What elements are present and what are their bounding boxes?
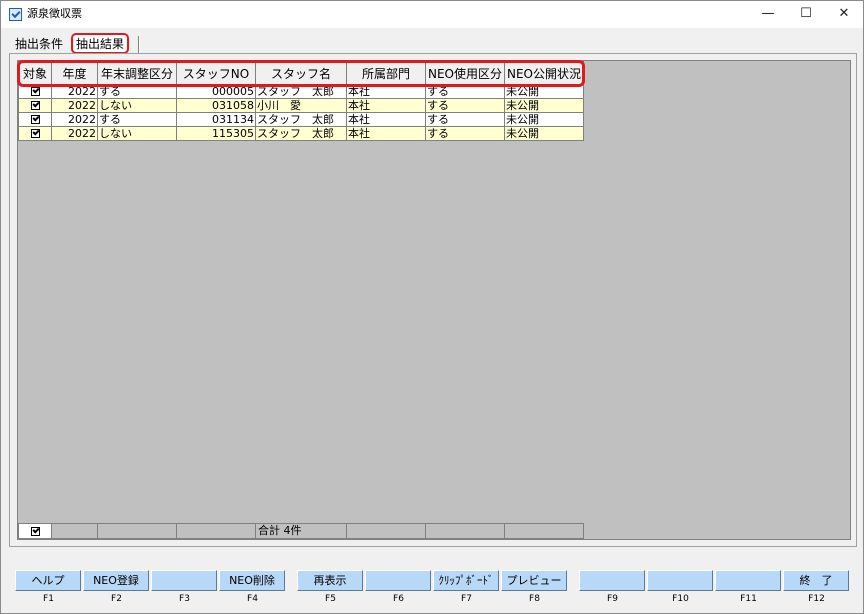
column-header-target[interactable]: 対象 [18, 61, 52, 85]
neo-register-button[interactable]: NEO登録 [83, 570, 149, 591]
results-panel: 対象 年度 年末調整区分 スタッフNO スタッフ名 所属部門 NEO使用区分 N… [9, 53, 857, 547]
checkbox-checked-icon[interactable] [30, 115, 40, 124]
tab-separator [138, 36, 140, 53]
footer-cell [346, 523, 426, 539]
select-all-checkbox-cell[interactable] [18, 523, 52, 539]
department-cell: 本社 [346, 84, 426, 99]
department-cell: 本社 [346, 126, 426, 141]
checkbox-checked-icon[interactable] [30, 101, 40, 110]
target-checkbox-cell[interactable] [18, 112, 52, 127]
footer-cell [504, 523, 584, 539]
year-cell: 2022 [51, 84, 98, 99]
staff-name-cell: スタッフ 太郎 [255, 112, 347, 127]
staff-no-cell: 031058 [176, 98, 256, 113]
footer-cell [176, 523, 256, 539]
staff-no-cell: 000005 [176, 84, 256, 99]
neo-status-cell: 未公開 [504, 98, 584, 113]
results-grid: 対象 年度 年末調整区分 スタッフNO スタッフ名 所属部門 NEO使用区分 N… [18, 61, 584, 141]
neo-use-cell: する [425, 112, 505, 127]
neo-status-cell: 未公開 [504, 84, 584, 99]
fkey-label-f3: F3 [179, 594, 190, 604]
department-cell: 本社 [346, 98, 426, 113]
checkbox-checked-icon[interactable] [30, 526, 40, 536]
adjust-cell: する [97, 112, 177, 127]
fkey-label-f5: F5 [325, 594, 336, 604]
total-count-label: 合計 4件 [255, 523, 347, 539]
fkey-label-f12: F12 [808, 594, 825, 604]
exit-button[interactable]: 終 了 [783, 570, 849, 591]
column-header-department[interactable]: 所属部門 [346, 61, 426, 85]
help-button[interactable]: ヘルプ [15, 570, 81, 591]
year-cell: 2022 [51, 98, 98, 113]
window-title: 源泉徴収票 [27, 7, 82, 20]
fkey-label-f2: F2 [111, 594, 122, 604]
fkey-label-f7: F7 [461, 594, 472, 604]
results-grid-area: 対象 年度 年末調整区分 スタッフNO スタッフ名 所属部門 NEO使用区分 N… [17, 60, 851, 540]
staff-name-cell: スタッフ 太郎 [255, 84, 347, 99]
table-row[interactable]: 2022 する 031134 スタッフ 太郎 本社 する 未公開 [18, 112, 584, 127]
tab-extract-conditions[interactable]: 抽出条件 [11, 35, 67, 53]
table-row[interactable]: 2022 しない 031058 小川 愛 本社 する 未公開 [18, 98, 584, 113]
column-header-neo-use[interactable]: NEO使用区分 [425, 61, 505, 85]
checkbox-checked-icon[interactable] [30, 129, 40, 138]
neo-delete-button[interactable]: NEO削除 [219, 570, 285, 591]
neo-use-cell: する [425, 84, 505, 99]
adjust-cell: する [97, 84, 177, 99]
maximize-button[interactable]: ☐ [787, 1, 825, 28]
f11-button[interactable] [715, 570, 781, 591]
column-header-staff-no[interactable]: スタッフNO [176, 61, 256, 85]
fkey-label-f6: F6 [393, 594, 404, 604]
column-header-staff-name[interactable]: スタッフ名 [255, 61, 347, 85]
fkey-label-f8: F8 [529, 594, 540, 604]
target-checkbox-cell[interactable] [18, 84, 52, 99]
f3-button[interactable] [151, 570, 217, 591]
footer-cell [51, 523, 98, 539]
target-checkbox-cell[interactable] [18, 126, 52, 141]
main-window: 源泉徴収票 — ☐ ✕ 抽出条件 抽出結果 対象 年度 年末調整区分 スタッフN… [0, 0, 864, 614]
column-header-year[interactable]: 年度 [51, 61, 98, 85]
staff-name-cell: 小川 愛 [255, 98, 347, 113]
fkey-label-f1: F1 [43, 594, 54, 604]
function-key-bar: ヘルプ NEO登録 NEO削除 再表示 ｸﾘｯﾌﾟﾎﾞｰﾄﾞ プレビュー 終 了… [15, 570, 855, 610]
footer-cell [97, 523, 177, 539]
adjust-cell: しない [97, 126, 177, 141]
minimize-button[interactable]: — [749, 1, 787, 28]
f9-button[interactable] [579, 570, 645, 591]
neo-use-cell: する [425, 98, 505, 113]
checkbox-checked-icon[interactable] [30, 87, 40, 96]
adjust-cell: しない [97, 98, 177, 113]
table-row[interactable]: 2022 する 000005 スタッフ 太郎 本社 する 未公開 [18, 84, 584, 99]
tab-extract-results[interactable]: 抽出結果 [71, 33, 130, 54]
staff-no-cell: 115305 [176, 126, 256, 141]
footer-row: 合計 4件 [18, 523, 584, 539]
column-header-neo-status[interactable]: NEO公開状況 [504, 61, 584, 85]
close-button[interactable]: ✕ [825, 1, 863, 28]
staff-name-cell: スタッフ 太郎 [255, 126, 347, 141]
f6-button[interactable] [365, 570, 431, 591]
column-header-adjust-type[interactable]: 年末調整区分 [97, 61, 177, 85]
fkey-label-f11: F11 [740, 594, 757, 604]
neo-status-cell: 未公開 [504, 126, 584, 141]
preview-button[interactable]: プレビュー [501, 570, 567, 591]
clipboard-button[interactable]: ｸﾘｯﾌﾟﾎﾞｰﾄﾞ [433, 570, 499, 591]
target-checkbox-cell[interactable] [18, 98, 52, 113]
year-cell: 2022 [51, 126, 98, 141]
staff-no-cell: 031134 [176, 112, 256, 127]
app-icon [9, 8, 22, 21]
year-cell: 2022 [51, 112, 98, 127]
neo-status-cell: 未公開 [504, 112, 584, 127]
title-bar: 源泉徴収票 — ☐ ✕ [1, 1, 863, 28]
neo-use-cell: する [425, 126, 505, 141]
department-cell: 本社 [346, 112, 426, 127]
refresh-button[interactable]: 再表示 [297, 570, 363, 591]
table-row[interactable]: 2022 しない 115305 スタッフ 太郎 本社 する 未公開 [18, 126, 584, 141]
grid-footer: 合計 4件 [18, 523, 584, 539]
fkey-label-f10: F10 [672, 594, 689, 604]
fkey-label-f4: F4 [247, 594, 258, 604]
footer-cell [425, 523, 505, 539]
grid-header-row: 対象 年度 年末調整区分 スタッフNO スタッフ名 所属部門 NEO使用区分 N… [18, 61, 584, 85]
fkey-label-f9: F9 [607, 594, 618, 604]
f10-button[interactable] [647, 570, 713, 591]
